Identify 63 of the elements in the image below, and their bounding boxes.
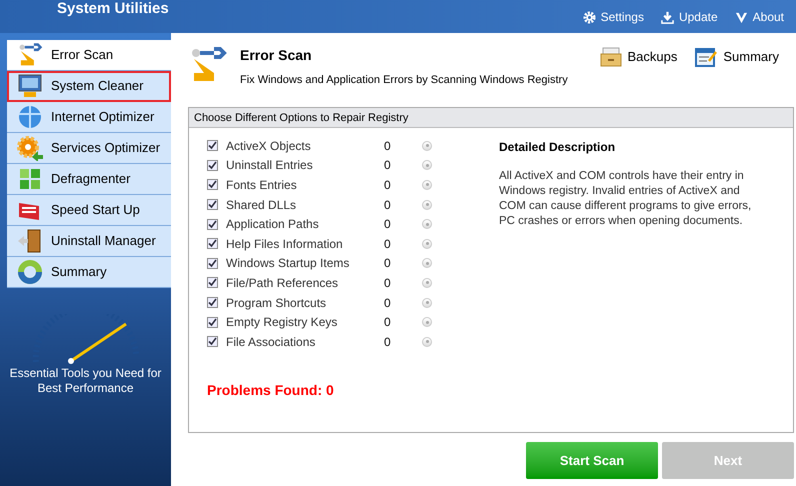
top-link[interactable]: About	[734, 8, 784, 26]
option-count: 0	[384, 236, 392, 253]
page-title: Error Scan	[240, 46, 313, 65]
checkbox[interactable]	[207, 316, 218, 328]
checkbox[interactable]	[207, 336, 218, 348]
sidebar-item[interactable]: Speed Start Up	[7, 195, 171, 226]
option-count: 0	[384, 255, 392, 272]
app-title: System Utilities	[57, 0, 169, 18]
sidebar-item[interactable]: Summary	[7, 257, 171, 288]
notepad-icon	[695, 47, 718, 67]
checkbox[interactable]	[207, 218, 218, 230]
option-label: File/Path References	[226, 274, 340, 292]
monitor-icon	[16, 73, 44, 99]
sidebar-item[interactable]: Services Optimizer	[7, 133, 171, 164]
checkbox[interactable]	[207, 277, 218, 288]
option-count: 0	[384, 294, 392, 312]
option-count: 0	[384, 334, 392, 351]
sidebar-item[interactable]: Uninstall Manager	[7, 226, 171, 257]
option-label: ActiveX Objects	[226, 138, 312, 155]
option-label: Help Files Information	[226, 236, 344, 253]
top-link[interactable]: Settings	[582, 8, 644, 26]
sidebar-item[interactable]: Defragmenter	[7, 164, 171, 195]
problems-found: Problems Found: 0	[207, 380, 335, 400]
settings-icon	[582, 10, 596, 24]
checkbox[interactable]	[207, 258, 218, 269]
option-label: File Associations	[226, 334, 316, 351]
option-label: Shared DLLs	[226, 196, 298, 214]
option-count: 0	[384, 314, 392, 332]
option-label: Uninstall Entries	[226, 157, 314, 174]
option-count: 0	[384, 196, 392, 214]
option-count: 0	[384, 157, 392, 174]
drawer-icon	[600, 47, 622, 67]
option-label: Windows Startup Items	[226, 255, 350, 272]
gear-icon	[16, 135, 44, 161]
checkbox[interactable]	[207, 160, 218, 171]
option-count: 0	[384, 216, 392, 234]
option-label: Program Shortcuts	[226, 294, 328, 312]
option-count: 0	[384, 176, 392, 194]
description-text: All ActiveX and COM controls have their entry in Windows registry. Invalid entries of ActiveX and COM can cause different programs to give errors, PC crashes or errors when opening documents.	[499, 169, 752, 229]
toolbar-button[interactable]: Backups	[600, 47, 678, 67]
checkbox[interactable]	[207, 140, 218, 152]
description-title: Detailed Description	[499, 139, 616, 156]
chevron-down-icon	[734, 10, 748, 24]
donut-chart-icon	[16, 259, 44, 285]
page-subtitle: Fix Windows and Application Errors by Scanning Windows Registry	[240, 73, 568, 88]
top-link[interactable]: Update	[660, 8, 718, 26]
option-label: Empty Registry Keys	[226, 314, 338, 332]
tagline: Essential Tools you Need for Best Performance	[8, 366, 162, 396]
option-label: Application Paths	[226, 216, 320, 234]
checkbox[interactable]	[207, 199, 218, 210]
option-count: 0	[384, 138, 392, 155]
option-count: 0	[384, 274, 392, 292]
sidebar-item[interactable]: Error Scan	[7, 40, 171, 71]
globe-icon	[16, 104, 44, 130]
option-label: Fonts Entries	[226, 176, 298, 194]
download-icon	[660, 10, 674, 24]
checkbox[interactable]	[207, 179, 218, 190]
checkbox[interactable]	[207, 238, 218, 250]
sidebar-item[interactable]: System Cleaner	[7, 71, 171, 102]
sidebar-item[interactable]: Internet Optimizer	[7, 102, 171, 133]
toolbar-button[interactable]: Summary	[695, 47, 779, 67]
panel-header: Choose Different Options to Repair Registry	[189, 108, 793, 128]
checkbox[interactable]	[207, 297, 218, 308]
